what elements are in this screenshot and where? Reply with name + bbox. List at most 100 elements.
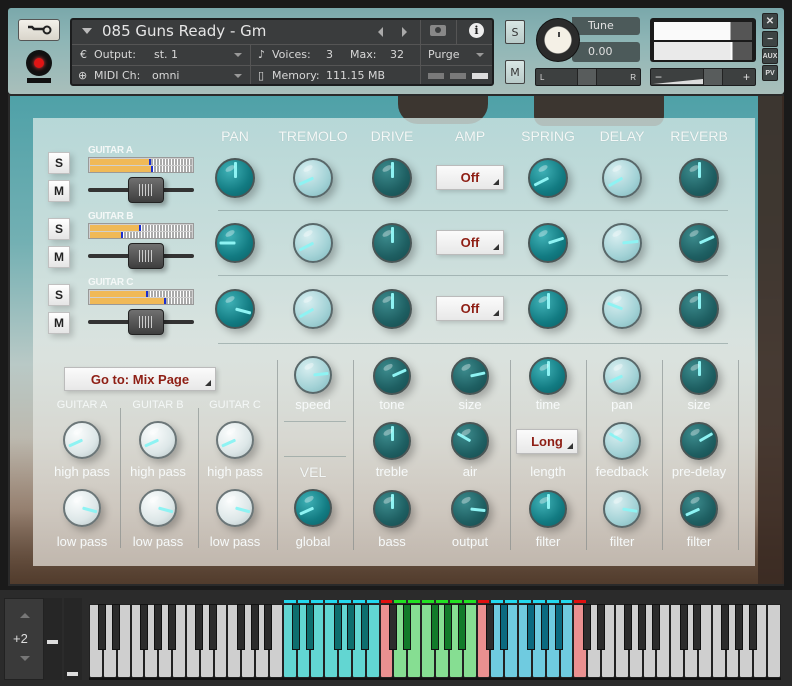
- delay-feedback-knob[interactable]: [603, 422, 641, 460]
- tremolo-knob[interactable]: [293, 289, 333, 329]
- vel-global-knob[interactable]: [294, 489, 332, 527]
- amp-dropdown[interactable]: Off: [436, 165, 504, 190]
- prev-instrument-icon[interactable]: [378, 27, 383, 37]
- black-key[interactable]: [444, 604, 453, 650]
- info-icon[interactable]: i: [469, 23, 484, 38]
- channel-mute-button[interactable]: M: [48, 180, 70, 202]
- air-knob[interactable]: [451, 422, 489, 460]
- drive-knob[interactable]: [372, 158, 412, 198]
- tremolo-speed-knob[interactable]: [294, 356, 332, 394]
- spring-knob[interactable]: [528, 223, 568, 263]
- black-key[interactable]: [264, 604, 273, 650]
- black-key[interactable]: [638, 604, 647, 650]
- channel-fader-handle[interactable]: [128, 309, 165, 335]
- delay-pan-knob[interactable]: [603, 357, 641, 395]
- pv-button[interactable]: PV: [762, 65, 778, 81]
- channel-fader-handle[interactable]: [128, 243, 165, 269]
- reverb-size-knob[interactable]: [680, 357, 718, 395]
- channel-solo-button[interactable]: S: [48, 284, 70, 306]
- pan-knob[interactable]: [215, 223, 255, 263]
- channel-mute-button[interactable]: M: [48, 246, 70, 268]
- reverb-knob[interactable]: [679, 223, 719, 263]
- black-key[interactable]: [499, 604, 508, 650]
- spring-knob[interactable]: [528, 289, 568, 329]
- mod-wheel-handle[interactable]: [67, 672, 78, 676]
- pitch-wheel[interactable]: [44, 598, 62, 680]
- spring-filter-knob[interactable]: [529, 490, 567, 528]
- black-key[interactable]: [98, 604, 107, 650]
- black-key[interactable]: [541, 604, 550, 650]
- purge-button[interactable]: Purge: [428, 48, 460, 61]
- channel-fader-handle[interactable]: [128, 177, 165, 203]
- black-key[interactable]: [679, 604, 688, 650]
- delay-knob[interactable]: [602, 158, 642, 198]
- next-instrument-icon[interactable]: [402, 27, 407, 37]
- instrument-menu-arrow-icon[interactable]: [82, 28, 92, 34]
- delay-knob[interactable]: [602, 223, 642, 263]
- black-key[interactable]: [527, 604, 536, 650]
- octave-up-icon[interactable]: [20, 613, 30, 618]
- midi-dropdown-icon[interactable]: [234, 74, 242, 78]
- black-key[interactable]: [333, 604, 342, 650]
- black-key[interactable]: [721, 604, 730, 650]
- purge-dropdown-icon[interactable]: [476, 53, 484, 57]
- black-key[interactable]: [305, 604, 314, 650]
- bass-knob[interactable]: [373, 490, 411, 528]
- record-button[interactable]: [26, 50, 52, 76]
- white-key[interactable]: [767, 604, 781, 678]
- octave-down-icon[interactable]: [20, 656, 30, 661]
- instrument-mute-button[interactable]: M: [505, 60, 525, 84]
- black-key[interactable]: [624, 604, 633, 650]
- black-key[interactable]: [361, 604, 370, 650]
- black-key[interactable]: [555, 604, 564, 650]
- options-button[interactable]: [18, 19, 60, 41]
- tune-knob[interactable]: [536, 18, 580, 62]
- piano-keyboard[interactable]: [89, 600, 781, 680]
- reverb-knob[interactable]: [679, 158, 719, 198]
- spring-length-dropdown[interactable]: Long: [516, 429, 578, 454]
- black-key[interactable]: [596, 604, 605, 650]
- volume-plus[interactable]: +: [743, 70, 750, 84]
- black-key[interactable]: [195, 604, 204, 650]
- channel-mute-button[interactable]: M: [48, 312, 70, 334]
- low-pass-knob[interactable]: [139, 489, 177, 527]
- size-knob[interactable]: [451, 357, 489, 395]
- black-key[interactable]: [651, 604, 660, 650]
- mod-wheel[interactable]: [64, 598, 82, 680]
- goto-page-dropdown[interactable]: Go to: Mix Page: [64, 367, 216, 391]
- spring-knob[interactable]: [528, 158, 568, 198]
- reverb-knob[interactable]: [679, 289, 719, 329]
- tune-value[interactable]: 0.00: [572, 42, 640, 62]
- black-key[interactable]: [693, 604, 702, 650]
- low-pass-knob[interactable]: [63, 489, 101, 527]
- channel-solo-button[interactable]: S: [48, 152, 70, 174]
- max-voices-value[interactable]: 32: [390, 48, 404, 61]
- reverb-filter-knob[interactable]: [680, 490, 718, 528]
- pitch-wheel-handle[interactable]: [47, 640, 58, 644]
- close-button[interactable]: ✕: [762, 13, 778, 29]
- pan-handle[interactable]: [577, 69, 597, 85]
- black-key[interactable]: [153, 604, 162, 650]
- tremolo-knob[interactable]: [293, 158, 333, 198]
- amp-dropdown[interactable]: Off: [436, 230, 504, 255]
- tone-knob[interactable]: [373, 357, 411, 395]
- black-key[interactable]: [250, 604, 259, 650]
- black-key[interactable]: [292, 604, 301, 650]
- black-key[interactable]: [402, 604, 411, 650]
- black-key[interactable]: [458, 604, 467, 650]
- reverb-predelay-knob[interactable]: [680, 422, 718, 460]
- camera-icon[interactable]: [430, 25, 446, 36]
- output-knob[interactable]: [451, 490, 489, 528]
- black-key[interactable]: [236, 604, 245, 650]
- instrument-solo-button[interactable]: S: [505, 20, 525, 44]
- spring-time-knob[interactable]: [529, 357, 567, 395]
- drive-knob[interactable]: [372, 289, 412, 329]
- black-key[interactable]: [748, 604, 757, 650]
- volume-handle[interactable]: [703, 69, 723, 85]
- minimize-button[interactable]: −: [762, 31, 778, 47]
- black-key[interactable]: [167, 604, 176, 650]
- black-key[interactable]: [582, 604, 591, 650]
- drive-knob[interactable]: [372, 223, 412, 263]
- pan-knob[interactable]: [215, 158, 255, 198]
- treble-knob[interactable]: [373, 422, 411, 460]
